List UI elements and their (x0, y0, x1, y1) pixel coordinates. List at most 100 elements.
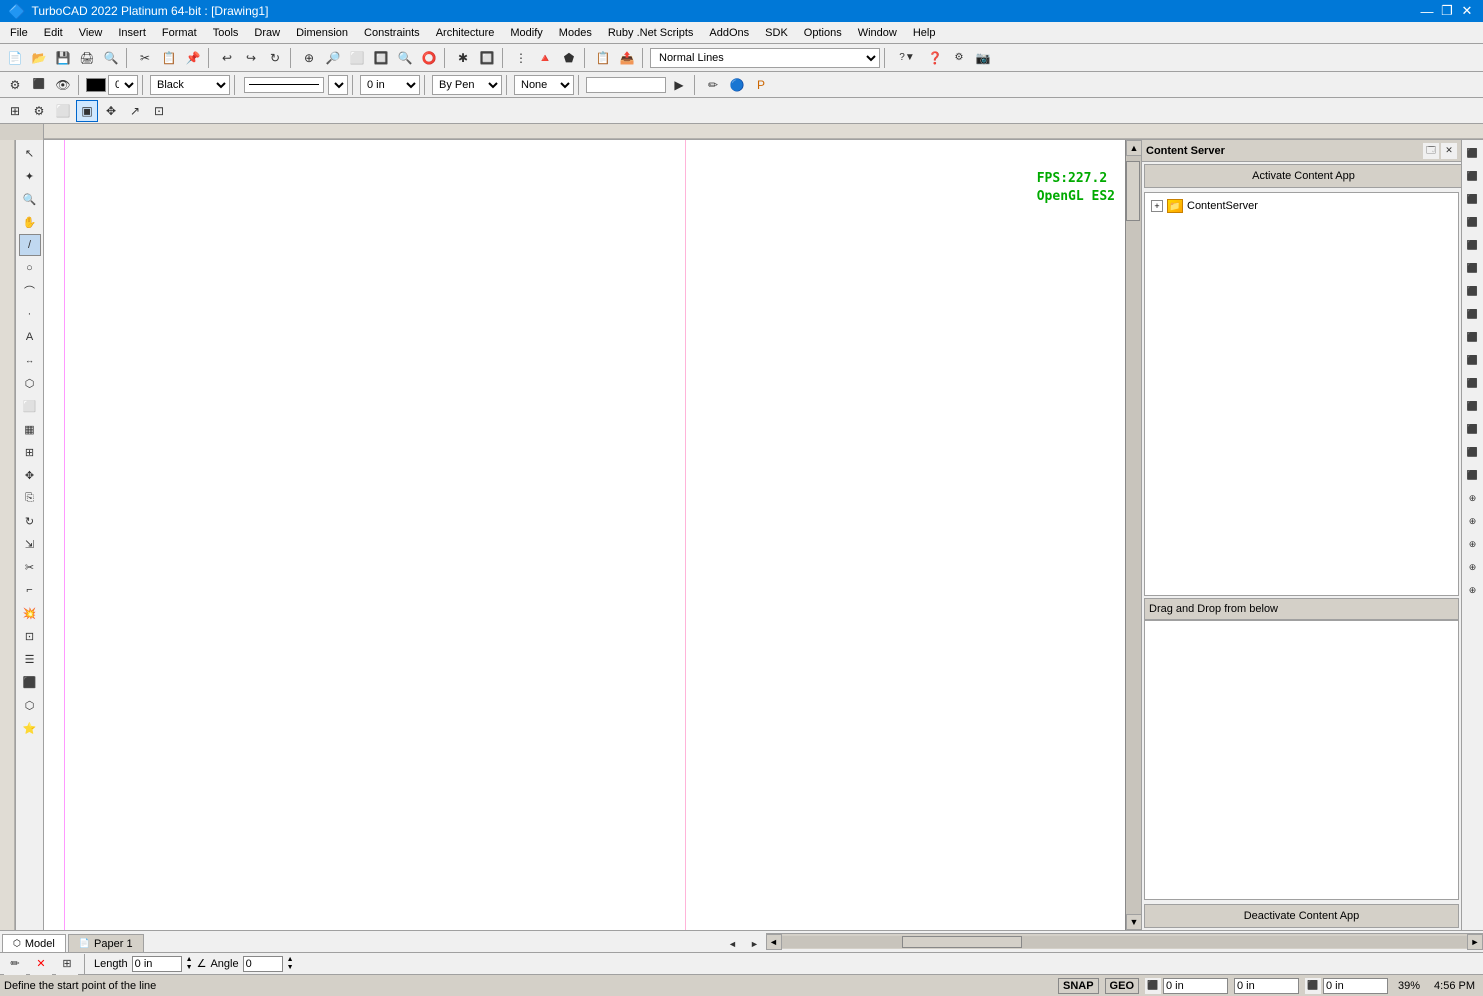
y-input[interactable] (1234, 978, 1299, 994)
redo2-button[interactable]: ↻ (264, 47, 286, 69)
ortho-button[interactable]: ⬜ (52, 100, 74, 122)
menu-dimension[interactable]: Dimension (288, 25, 356, 41)
fillet-tool[interactable]: ⌐ (19, 579, 41, 601)
title-bar-controls[interactable]: — ❐ ✕ (1419, 3, 1475, 19)
menu-window[interactable]: Window (850, 25, 905, 41)
rotate-tool[interactable]: ↻ (19, 510, 41, 532)
menu-modes[interactable]: Modes (551, 25, 600, 41)
tab-nav-left[interactable]: ◄ (722, 936, 744, 952)
activate-content-app-button[interactable]: Activate Content App (1144, 164, 1463, 188)
vscroll-track[interactable] (1126, 156, 1141, 914)
menu-modify[interactable]: Modify (502, 25, 550, 41)
scale-tool[interactable]: ⇲ (19, 533, 41, 555)
vscroll-up-button[interactable]: ▲ (1126, 140, 1142, 156)
menu-draw[interactable]: Draw (246, 25, 288, 41)
zoom-fit-button[interactable]: ⊕ (298, 47, 320, 69)
rvt-btn-10[interactable]: ⬛ (1462, 349, 1483, 371)
cs-close-button[interactable]: ✕ (1441, 143, 1457, 159)
lineweight-select[interactable]: 0 in (360, 75, 420, 95)
text-tool[interactable]: A (19, 326, 41, 348)
help-dropdown-button[interactable]: ?▼ (892, 47, 922, 69)
active-layer-button[interactable]: ▣ (76, 100, 98, 122)
rvt-btn-4[interactable]: ⬛ (1462, 211, 1483, 233)
render-button[interactable]: 🔺 (534, 47, 556, 69)
tree-expand-btn[interactable]: + (1151, 200, 1163, 212)
rvt-btn-14[interactable]: ⬛ (1462, 441, 1483, 463)
length-up-btn[interactable]: ▲ (186, 956, 193, 964)
tab-model[interactable]: ⬡ Model (2, 934, 66, 952)
rvt-btn-20[interactable]: ⊕ (1462, 579, 1483, 601)
layer-input[interactable] (586, 77, 666, 93)
circle-tool[interactable]: ○ (19, 257, 41, 279)
trim-tool[interactable]: ✂ (19, 556, 41, 578)
linestyle-dropdown[interactable]: Normal Lines (650, 48, 880, 68)
format-paint-button[interactable]: P (750, 74, 772, 96)
menu-format[interactable]: Format (154, 25, 205, 41)
vertical-scrollbar[interactable]: ▲ ▼ (1125, 140, 1141, 930)
length-input[interactable] (132, 956, 182, 972)
menu-insert[interactable]: Insert (110, 25, 154, 41)
x-coord-btn[interactable]: ⬛ (1145, 978, 1161, 994)
save-button[interactable]: 💾 (52, 47, 74, 69)
hscroll-track[interactable] (782, 936, 1468, 948)
pan-button[interactable]: ⭕ (418, 47, 440, 69)
vscroll-down-button[interactable]: ▼ (1126, 914, 1142, 930)
copy-button[interactable]: 📋 (158, 47, 180, 69)
grid-button[interactable]: ⊞ (4, 100, 26, 122)
export-button[interactable]: 📤 (616, 47, 638, 69)
angle-input[interactable] (243, 956, 283, 972)
content-server-tree[interactable]: + 📁 ContentServer (1144, 192, 1459, 596)
drag-drop-area[interactable] (1144, 620, 1459, 900)
rvt-btn-5[interactable]: ⬛ (1462, 234, 1483, 256)
tab-paper1[interactable]: 📄 Paper 1 (68, 934, 144, 952)
point-tool[interactable]: · (19, 303, 41, 325)
sel-filter-button[interactable]: 🔲 (476, 47, 498, 69)
pen-select[interactable]: By Pen (432, 75, 502, 95)
zoom-sel-button[interactable]: 🔲 (370, 47, 392, 69)
cmd-cancel-icon[interactable]: ✕ (30, 953, 52, 975)
dim-tool[interactable]: ↔ (19, 349, 41, 371)
menu-tools[interactable]: Tools (205, 25, 247, 41)
rvt-btn-19[interactable]: ⊕ (1462, 556, 1483, 578)
rvt-btn-6[interactable]: ⬛ (1462, 257, 1483, 279)
snap-badge[interactable]: SNAP (1058, 978, 1099, 994)
hscroll-thumb[interactable] (902, 936, 1022, 948)
explode-tool[interactable]: 💥 (19, 602, 41, 624)
menu-sdk[interactable]: SDK (757, 25, 796, 41)
rect-tool[interactable]: ⬜ (19, 395, 41, 417)
pen-tool-button[interactable]: ✏ (702, 74, 724, 96)
menu-edit[interactable]: Edit (36, 25, 71, 41)
app-close-btn[interactable]: ✕ (1459, 3, 1475, 19)
cmd-draw-icon[interactable]: ✏ (4, 953, 26, 975)
menu-options[interactable]: Options (796, 25, 850, 41)
geo-badge[interactable]: GEO (1105, 978, 1139, 994)
rvt-btn-16[interactable]: ⊕ (1462, 487, 1483, 509)
rvt-btn-7[interactable]: ⬛ (1462, 280, 1483, 302)
fill-tool-button[interactable]: 🔵 (726, 74, 748, 96)
insert-tool[interactable]: ⊞ (19, 441, 41, 463)
app-minimize-btn[interactable]: — (1419, 3, 1435, 19)
angle-spinner[interactable]: ▲ ▼ (287, 956, 294, 972)
menu-architecture[interactable]: Architecture (428, 25, 503, 41)
line-tool[interactable]: / (19, 234, 41, 256)
menu-file[interactable]: File (2, 25, 36, 41)
select-tool[interactable]: ↖ (19, 142, 41, 164)
layer-select[interactable]: 0 (108, 75, 138, 95)
block-tool[interactable]: ⬛ (19, 671, 41, 693)
redo-button[interactable]: ↪ (240, 47, 262, 69)
canvas-area[interactable]: FPS:227.2 OpenGL ES2 (44, 140, 1125, 930)
rvt-btn-1[interactable]: ⬛ (1462, 142, 1483, 164)
layer-list-tool[interactable]: ☰ (19, 648, 41, 670)
open-button[interactable]: 📂 (28, 47, 50, 69)
rvt-btn-13[interactable]: ⬛ (1462, 418, 1483, 440)
app-restore-btn[interactable]: ❐ (1439, 3, 1455, 19)
rvt-btn-12[interactable]: ⬛ (1462, 395, 1483, 417)
z-coord-btn[interactable]: ⬛ (1305, 978, 1321, 994)
undo-button[interactable]: ↩ (216, 47, 238, 69)
menu-addons[interactable]: AddOns (701, 25, 757, 41)
zoom-ext-button[interactable]: ⬜ (346, 47, 368, 69)
cmd-table-icon[interactable]: ⊞ (56, 953, 78, 975)
props-button[interactable]: ⊡ (148, 100, 170, 122)
print-button[interactable]: 🖨 (76, 47, 98, 69)
zoom-win-button[interactable]: 🔎 (322, 47, 344, 69)
